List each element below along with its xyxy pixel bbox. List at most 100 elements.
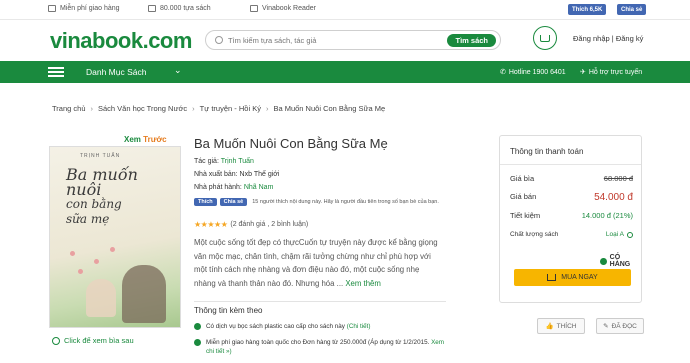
fb-like-button[interactable]: Thích 6,5K: [568, 4, 607, 15]
quality-value: Loại A: [606, 231, 633, 238]
description-text: Một cuộc sống tốt đẹp có thựcCuốn tự tru…: [194, 238, 438, 288]
support-icon: ✈: [580, 69, 586, 76]
fb-like-label: Thích 6,5K: [572, 6, 603, 13]
cover-author: TRỊNH TUẤN: [80, 153, 121, 159]
breadcrumb-category[interactable]: Sách Văn học Trong Nước: [98, 104, 187, 113]
extras-item: Miễn phí giao hàng toàn quốc cho Đơn hàn…: [194, 338, 446, 356]
support-text: Hỗ trợ trực tuyến: [588, 68, 643, 76]
stock-text: CÓ HÀNG: [609, 254, 631, 268]
list-price-value: 68.000 đ: [603, 174, 633, 183]
breadcrumb-home[interactable]: Trang chủ: [52, 104, 86, 113]
check-icon: [600, 257, 607, 265]
categories-menu[interactable]: Danh Mục Sách: [86, 67, 146, 77]
cover-petal: [70, 251, 75, 256]
back-cover-link[interactable]: Click để xem bìa sau: [52, 336, 134, 345]
rating-text[interactable]: (2 đánh giá , 2 bình luận): [230, 221, 308, 228]
shipping-info: Miễn phí giao hàng: [48, 5, 120, 12]
menu-icon[interactable]: [48, 67, 64, 77]
breadcrumb: Trang chủ › Sách Văn học Trong Nước › Tự…: [52, 104, 385, 113]
main-nav: Danh Mục Sách ⌄ ✆ Hotline 1900 6401 ✈ Hỗ…: [0, 61, 690, 83]
breadcrumb-subcategory[interactable]: Tự truyện - Hồi Ký: [200, 104, 261, 113]
like-button[interactable]: 👍 THÍCH: [537, 318, 585, 334]
cart-icon: [547, 274, 557, 281]
breadcrumb-current: Ba Muốn Nuôi Con Bằng Sữa Mẹ: [273, 104, 386, 113]
breadcrumb-separator: ›: [90, 104, 94, 113]
sale-price-label: Giá bán: [510, 192, 537, 201]
quality-text: Loại A: [605, 231, 624, 238]
extras-item-text: Có dịch vụ bọc sách plastic cao cấp cho …: [206, 322, 371, 331]
savings-row: Tiết kiệm 14.000 đ (21%): [510, 211, 633, 220]
cart-button[interactable]: [533, 26, 557, 50]
reader-link[interactable]: Vinabook Reader: [250, 5, 316, 12]
extras-title: Thông tin kèm theo: [194, 306, 263, 315]
preview-button[interactable]: Xem Trước: [124, 135, 167, 144]
login-link[interactable]: Đăng nhập | Đăng ký: [573, 34, 643, 43]
extras-item: Có dịch vụ bọc sách plastic cao cấp cho …: [194, 322, 446, 331]
quality-label: Chất lượng sách: [510, 231, 559, 238]
publisher-label: Nhà xuất bản:: [194, 171, 238, 178]
fb-like-note: 15 người thích nội dung này. Hãy là ngườ…: [252, 199, 439, 205]
reader-text: Vinabook Reader: [262, 5, 316, 12]
info-icon[interactable]: [627, 231, 633, 238]
buy-now-button[interactable]: MUA NGAY: [514, 269, 631, 286]
book-cover[interactable]: TRỊNH TUẤN Ba muốn nuôi con bằng sữa mẹ: [49, 146, 181, 328]
cover-title-line: sữa mẹ: [66, 212, 110, 226]
payment-title: Thông tin thanh toán: [510, 147, 584, 156]
breadcrumb-separator: ›: [192, 104, 195, 113]
rating-stars[interactable]: ★★★★★: [194, 220, 228, 229]
cover-petal: [110, 247, 115, 252]
social-buttons: Thích Chia sẻ 15 người thích nội dung nà…: [194, 198, 439, 206]
book-icon: ✎: [603, 323, 609, 330]
publisher-row: Nhà xuất bản: Nxb Thế giới: [194, 171, 279, 178]
support-link[interactable]: ✈ Hỗ trợ trực tuyến: [580, 68, 643, 77]
list-price-row: Giá bìa 68.000 đ: [510, 174, 633, 183]
extras-detail-link[interactable]: (Chi tiết): [347, 323, 371, 330]
cover-title: Ba muốn nuôi con bằng sữa mẹ: [66, 167, 166, 227]
stock-status: CÓ HÀNG: [600, 254, 641, 268]
product-title: Ba Muốn Nuôi Con Bằng Sữa Mẹ: [194, 136, 388, 151]
author-link[interactable]: Trịnh Tuấn: [221, 158, 254, 165]
logo-main: vinabook: [50, 28, 143, 53]
read-button[interactable]: ✎ ĐÃ ĐỌC: [596, 318, 644, 334]
sale-price-row: Giá bán 54.000 đ: [510, 192, 633, 203]
distributor-link[interactable]: Nhã Nam: [244, 184, 274, 191]
fb-like-small-button[interactable]: Thích: [194, 198, 217, 206]
reader-icon: [250, 5, 258, 12]
like-label: THÍCH: [556, 322, 577, 330]
site-logo[interactable]: vinabook.com: [50, 28, 192, 54]
cover-title-line: con bằng: [66, 197, 122, 211]
author-row: Tác giả: Trịnh Tuấn: [194, 158, 254, 165]
search-input[interactable]: [228, 34, 428, 47]
author-label: Tác giả:: [194, 158, 219, 165]
titles-info: 80.000 tựa sách: [148, 5, 211, 12]
fb-share-label: Chia sẻ: [621, 6, 643, 13]
check-icon: [194, 339, 201, 346]
cover-title-line: nuôi: [66, 180, 102, 199]
titles-text: 80.000 tựa sách: [160, 5, 211, 12]
divider: [500, 164, 641, 165]
read-more-link[interactable]: Xem thêm: [345, 279, 381, 288]
savings-label: Tiết kiệm: [510, 211, 541, 220]
hotline: ✆ Hotline 1900 6401: [500, 68, 566, 77]
divider: [194, 301, 446, 302]
shipping-text: Miễn phí giao hàng: [60, 5, 120, 12]
cart-icon: [540, 34, 550, 42]
check-icon: [194, 323, 201, 330]
cover-petal: [94, 259, 99, 264]
cover-illustration-father: [122, 265, 166, 323]
savings-value: 14.000 đ (21%): [581, 211, 633, 220]
thumbs-up-icon: 👍: [545, 323, 554, 330]
distributor-label: Nhà phát hành:: [194, 184, 242, 191]
extras-item-label: Miễn phí giao hàng toàn quốc cho Đơn hàn…: [206, 339, 430, 346]
top-bar: Miễn phí giao hàng 80.000 tựa sách Vinab…: [0, 0, 690, 20]
breadcrumb-separator: ›: [265, 104, 269, 113]
chevron-down-icon[interactable]: ⌄: [174, 65, 182, 76]
preview-label-b: Trước: [143, 135, 167, 144]
sale-price-value: 54.000 đ: [594, 192, 633, 203]
cover-petal: [78, 269, 83, 274]
list-price-label: Giá bìa: [510, 174, 535, 183]
fb-share-small-button[interactable]: Chia sẻ: [219, 198, 248, 206]
fb-share-button[interactable]: Chia sẻ: [617, 4, 647, 15]
logo-tld: .com: [142, 28, 193, 53]
search-button[interactable]: Tìm sách: [447, 34, 496, 47]
